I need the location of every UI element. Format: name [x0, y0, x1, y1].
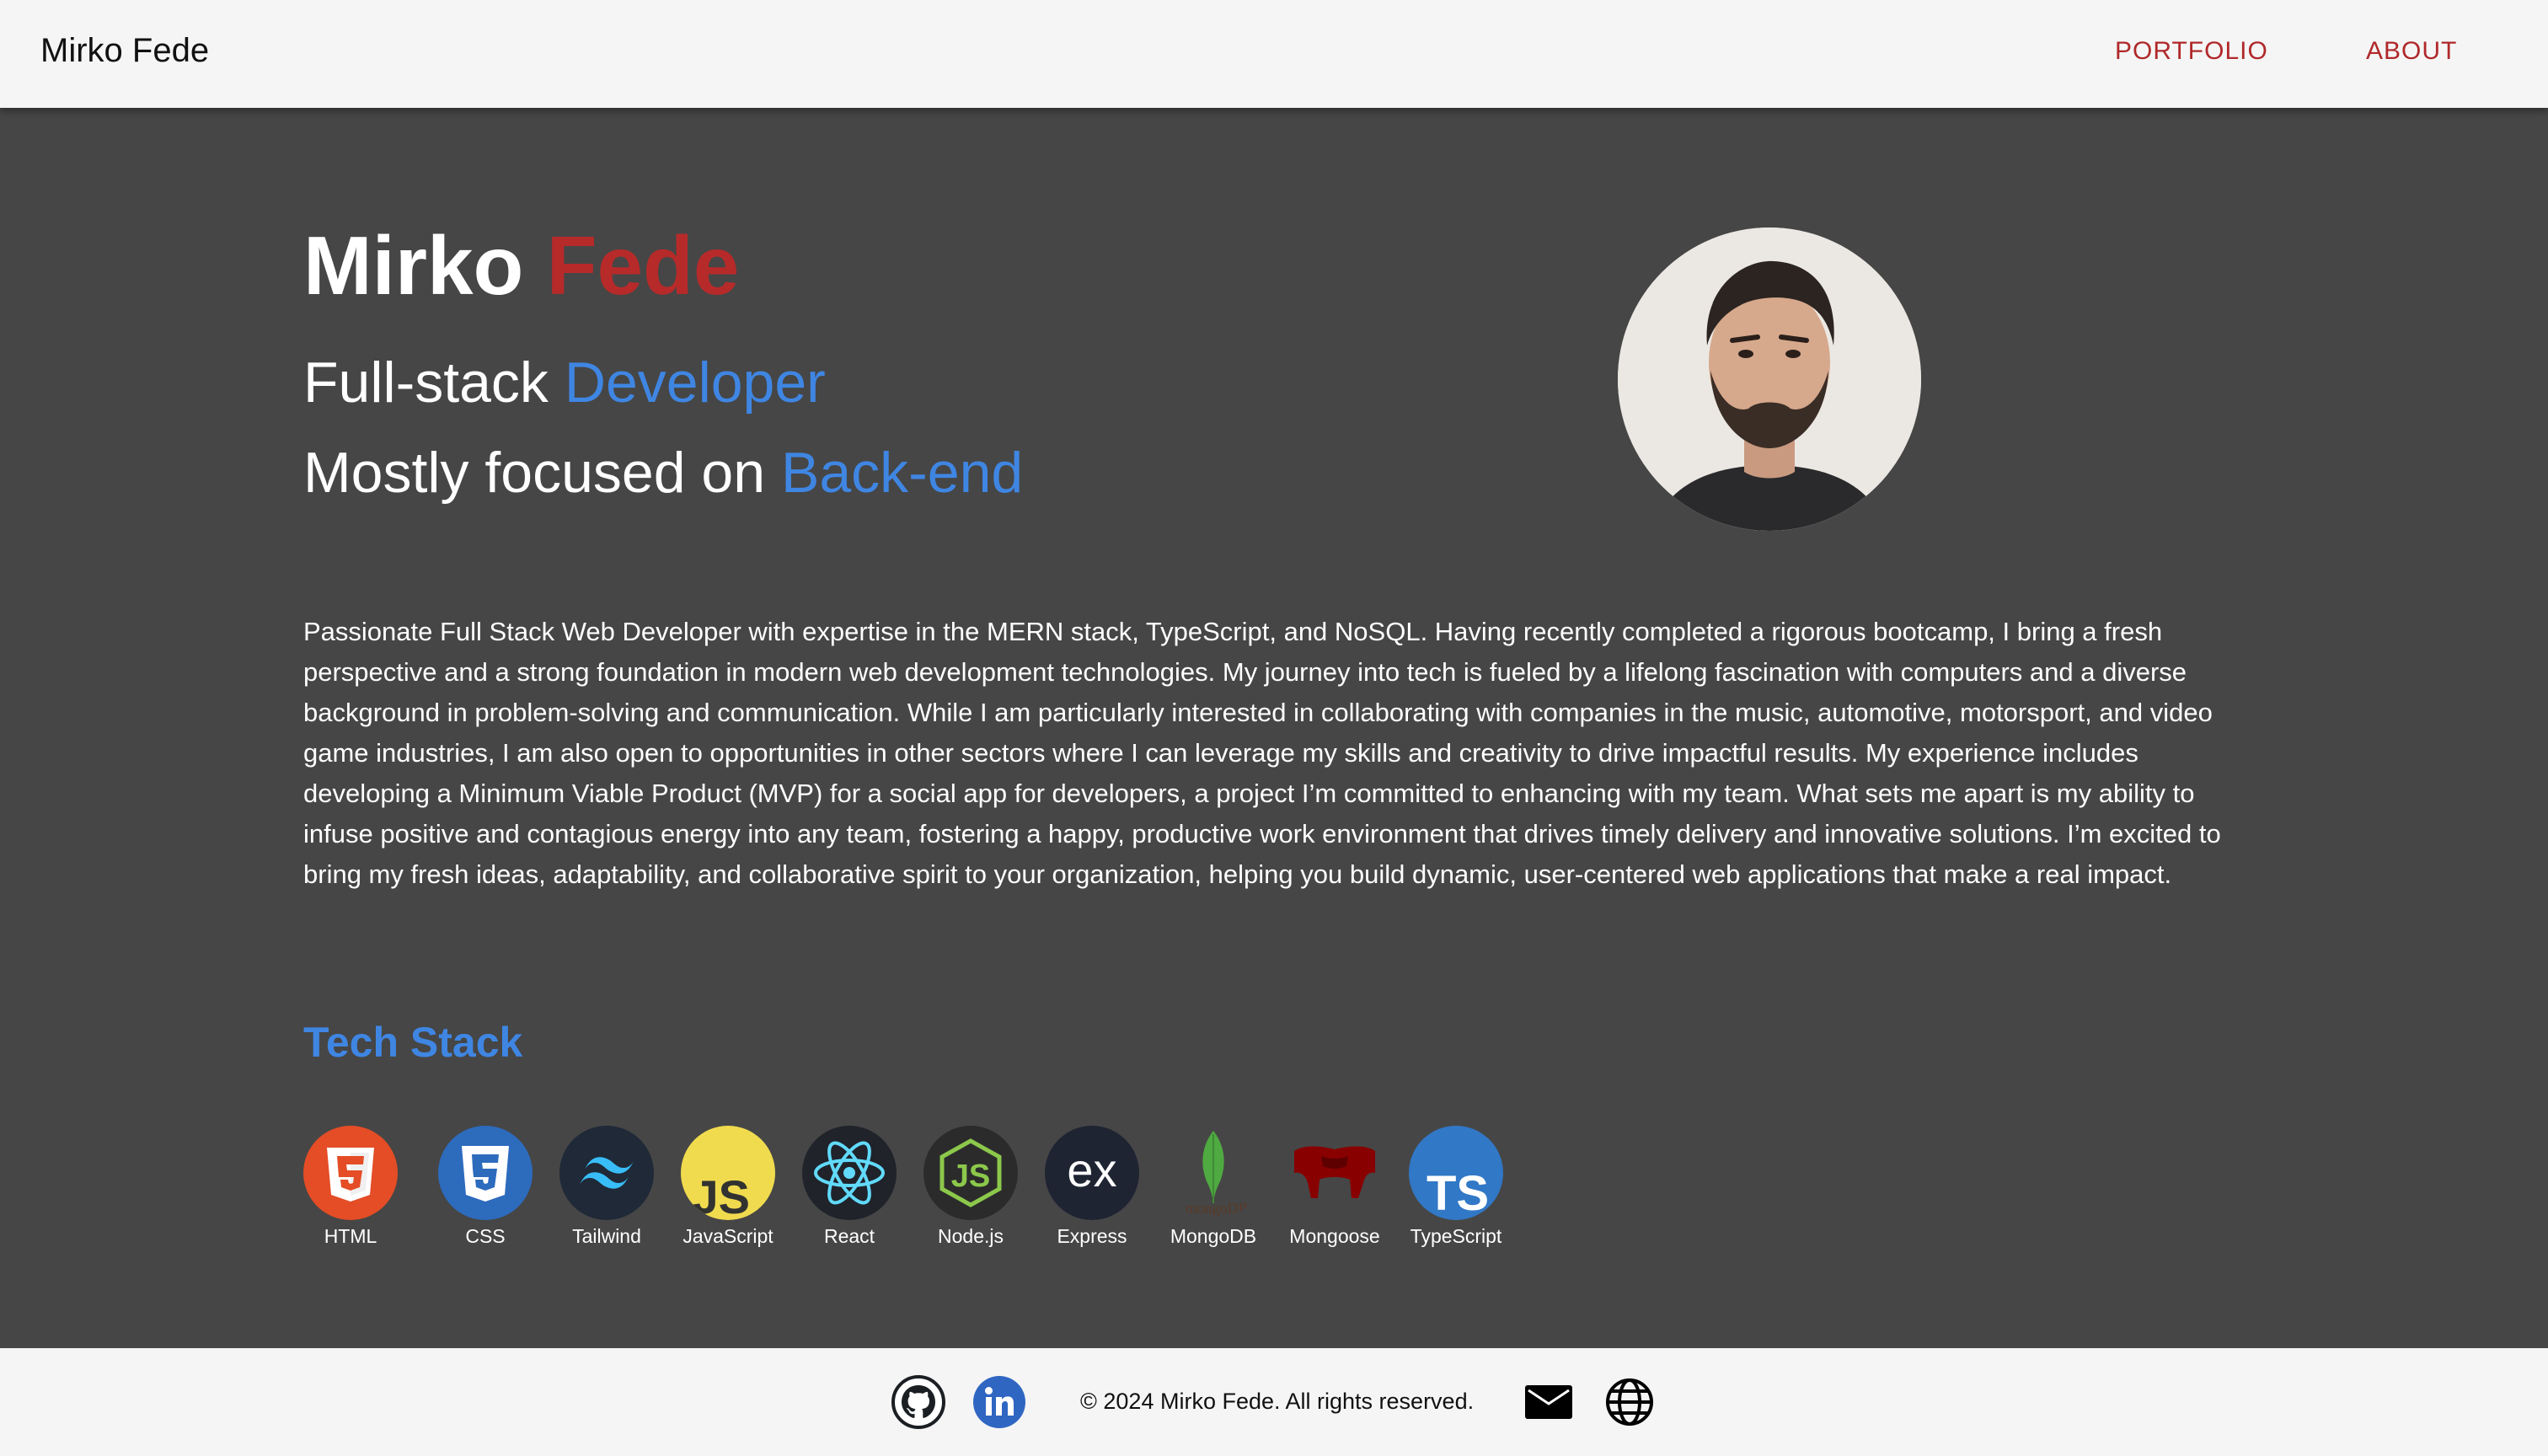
bio-paragraph: Passionate Full Stack Web Developer with… — [303, 617, 2221, 889]
tech-item-react: React — [789, 1126, 910, 1248]
tech-label-express: Express — [1057, 1225, 1127, 1247]
github-icon[interactable] — [891, 1375, 945, 1429]
tech-label-html: HTML — [324, 1225, 377, 1247]
tech-label-mongodb: MongoDB — [1170, 1225, 1257, 1247]
tech-label-mongoose: Mongoose — [1289, 1225, 1380, 1247]
tech-item-mongoose: Mongoose — [1274, 1126, 1395, 1248]
mongoose-icon — [1287, 1126, 1382, 1220]
hero-role-accent: Developer — [564, 351, 826, 415]
mongodb-icon: mongoDB — [1166, 1126, 1261, 1220]
tailwind-icon — [559, 1126, 654, 1220]
tech-label-tailwind: Tailwind — [572, 1225, 641, 1247]
svg-text:ex: ex — [1067, 1143, 1116, 1196]
html5-icon — [303, 1126, 398, 1220]
tech-item-html: HTML — [303, 1126, 425, 1248]
tech-label-react: React — [823, 1225, 875, 1247]
brand-link[interactable]: Mirko Fede — [40, 32, 209, 70]
css3-icon — [438, 1126, 533, 1220]
tech-item-nodejs: JS Node.js — [910, 1126, 1031, 1248]
hero-name: Mirko Fede — [303, 224, 739, 307]
hero-role-prefix: Full-stack — [303, 351, 549, 415]
footer: © 2024 Mirko Fede. All rights reserved. — [0, 1348, 2548, 1456]
hero-last-name: Fede — [546, 219, 740, 312]
tech-label-typescript: TypeScript — [1410, 1225, 1502, 1247]
tech-item-express: ex Express — [1031, 1126, 1153, 1248]
navbar: Mirko Fede PORTFOLIO ABOUT — [0, 0, 2548, 108]
tech-item-javascript: JS JavaScript — [667, 1126, 789, 1248]
tech-item-tailwind: Tailwind — [546, 1126, 667, 1248]
tech-item-typescript: TS TypeScript — [1395, 1126, 1517, 1248]
copyright-text: © 2024 Mirko Fede. All rights reserved. — [1080, 1389, 1475, 1414]
nav-portfolio[interactable]: PORTFOLIO — [2115, 37, 2268, 66]
tech-item-mongodb: mongoDB MongoDB — [1153, 1126, 1274, 1248]
express-icon: ex — [1045, 1126, 1139, 1220]
tech-label-css: CSS — [465, 1225, 506, 1247]
nav-about[interactable]: ABOUT — [2366, 37, 2457, 66]
hero-first-name: Mirko — [303, 219, 524, 312]
linkedin-icon[interactable] — [972, 1375, 1026, 1429]
tech-item-css: CSS — [425, 1126, 546, 1248]
hero-role: Full-stack Developer — [303, 354, 826, 411]
hero-focus-accent: Back-end — [780, 441, 1024, 505]
svg-text:JS: JS — [693, 1170, 751, 1220]
tech-stack-title: Tech Stack — [303, 1019, 523, 1066]
nodejs-icon: JS — [923, 1126, 1018, 1220]
svg-text:JS: JS — [951, 1159, 990, 1194]
tech-label-nodejs: Node.js — [938, 1225, 1004, 1247]
avatar — [1618, 228, 1921, 531]
hero-focus-prefix: Mostly focused on — [303, 441, 766, 505]
svg-text:mongoDB: mongoDB — [1185, 1200, 1248, 1217]
tech-stack-list: HTML CSS Tailwind JS JavaScript React JS… — [303, 1126, 1517, 1248]
javascript-icon: JS — [681, 1126, 775, 1220]
svg-text:TS: TS — [1427, 1166, 1489, 1220]
typescript-icon: TS — [1409, 1126, 1503, 1220]
react-icon — [802, 1126, 897, 1220]
mail-icon[interactable] — [1522, 1375, 1576, 1429]
hero-focus: Mostly focused on Back-end — [303, 444, 1023, 501]
tech-label-javascript: JavaScript — [682, 1225, 774, 1247]
globe-icon[interactable] — [1603, 1375, 1657, 1429]
